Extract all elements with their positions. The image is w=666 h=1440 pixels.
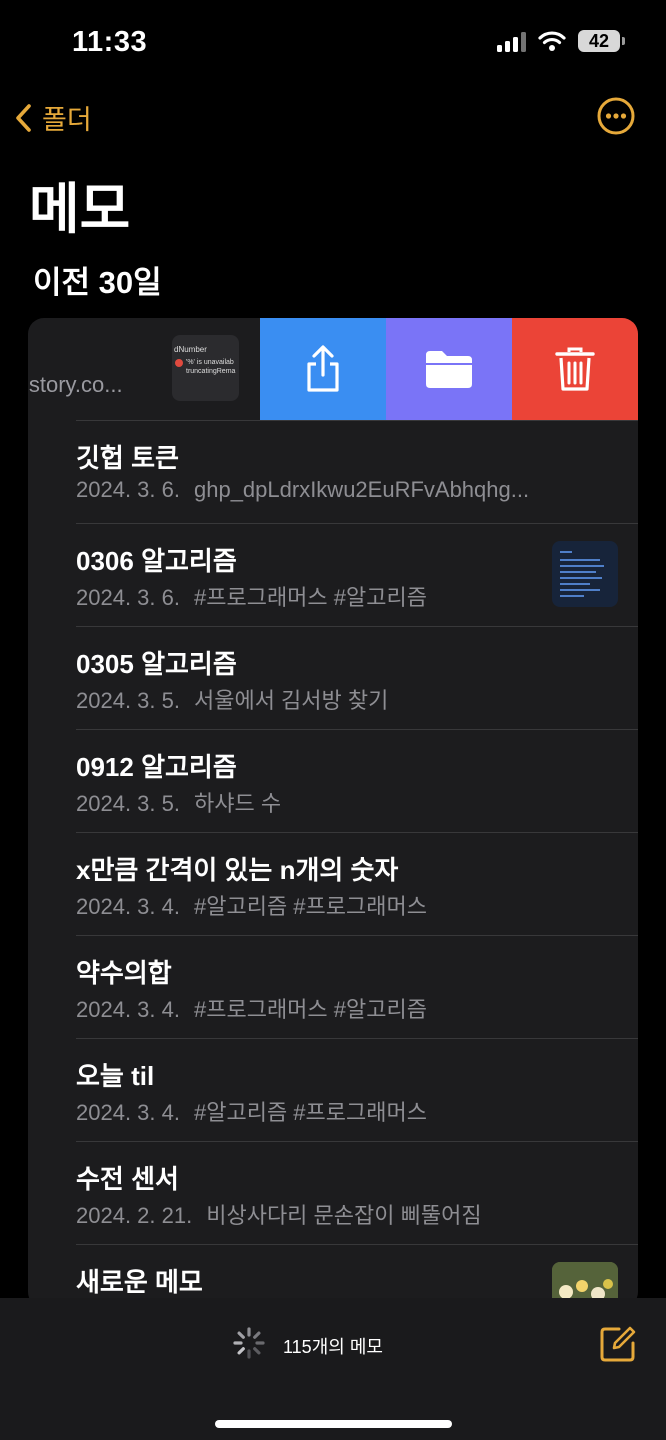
note-row[interactable]: 0305 알고리즘 2024. 3. 5. 서울에서 김서방 찾기 [28, 626, 638, 729]
status-bar: 11:33 42 [0, 0, 666, 90]
note-meta: 2024. 3. 4. #알고리즘 #프로그래머스 [76, 894, 427, 919]
home-indicator[interactable] [215, 1420, 452, 1428]
note-title: 약수의합 [76, 958, 172, 988]
loading-spinner-icon [233, 1327, 265, 1359]
compose-icon[interactable] [599, 1325, 637, 1363]
cellular-signal-icon [497, 30, 526, 52]
battery-icon: 42 [578, 30, 625, 52]
note-title: 수전 센서 [76, 1164, 179, 1194]
thumb-text-line1: dNumber [174, 345, 207, 354]
note-title: 오늘 til [76, 1061, 155, 1091]
note-row[interactable]: 0912 알고리즘 2024. 3. 5. 하샤드 수 [28, 729, 638, 832]
back-label: 폴더 [42, 105, 92, 135]
swiped-note-row[interactable]: istory.co... dNumber '%' is unavailab tru… [28, 318, 638, 420]
status-time: 11:33 [72, 26, 148, 58]
note-row[interactable]: x만큼 간격이 있는 n개의 숫자 2024. 3. 4. #알고리즘 #프로그래… [28, 832, 638, 935]
divider [76, 935, 638, 936]
delete-button[interactable] [512, 318, 638, 420]
note-row[interactable]: 깃헙 토큰 2024. 3. 6. ghp_dpLdrxIkwu2EuRFvAbh… [28, 420, 638, 523]
divider [76, 729, 638, 730]
share-button[interactable] [260, 318, 386, 420]
more-options-icon[interactable] [596, 96, 636, 136]
divider [76, 626, 638, 627]
status-icons: 42 [497, 30, 625, 52]
navigation-bar: 폴더 [0, 92, 666, 146]
note-row[interactable]: 오늘 til 2024. 3. 4. #알고리즘 #프로그래머스 [28, 1038, 638, 1141]
note-meta: 2024. 2. 21. 비상사다리 문손잡이 삐뚤어짐 [76, 1203, 482, 1228]
note-title: 깃헙 토큰 [76, 443, 179, 473]
divider [76, 523, 638, 524]
divider [76, 1244, 638, 1245]
note-title: x만큼 간격이 있는 n개의 숫자 [76, 855, 399, 885]
note-thumbnail [552, 541, 618, 607]
note-title: 0305 알고리즘 [76, 649, 237, 679]
divider [76, 1038, 638, 1039]
swiped-note-preview: istory.co... [28, 372, 123, 397]
note-meta: 2024. 3. 6. #프로그래머스 #알고리즘 [76, 585, 427, 610]
note-title: 0306 알고리즘 [76, 546, 237, 576]
note-row[interactable]: 약수의합 2024. 3. 4. #프로그래머스 #알고리즘 [28, 935, 638, 1038]
divider [76, 832, 638, 833]
note-meta: 2024. 3. 4. #알고리즘 #프로그래머스 [76, 1100, 427, 1125]
note-meta: 2024. 3. 5. 하샤드 수 [76, 791, 282, 816]
back-button[interactable]: 폴더 [14, 98, 92, 137]
notes-list: istory.co... dNumber '%' is unavailab tru… [28, 318, 638, 1308]
note-meta: 2024. 3. 6. ghp_dpLdrxIkwu2EuRFvAbhqhg... [76, 477, 530, 502]
note-meta: 2024. 3. 4. #프로그래머스 #알고리즘 [76, 997, 427, 1022]
swiped-note-thumbnail: dNumber '%' is unavailab truncatingRema [172, 335, 239, 401]
divider [76, 420, 638, 421]
notes-count: 115개의 메모 [283, 1337, 383, 1357]
page-title: 메모 [29, 178, 131, 240]
share-icon [307, 345, 339, 392]
note-row[interactable]: 0306 알고리즘 2024. 3. 6. #프로그래머스 #알고리즘 [28, 523, 638, 626]
note-title: 0912 알고리즘 [76, 752, 237, 782]
section-header: 이전 30일 [33, 265, 162, 300]
note-title: 새로운 메모 [76, 1267, 203, 1297]
thumb-text-line2-3: '%' is unavailab truncatingRema [186, 359, 236, 375]
divider [76, 1141, 638, 1142]
chevron-left-icon [16, 103, 31, 132]
bottom-toolbar: 115개의 메모 [0, 1298, 666, 1440]
note-row[interactable]: 수전 센서 2024. 2. 21. 비상사다리 문손잡이 삐뚤어짐 [28, 1141, 638, 1244]
note-meta: 2024. 3. 5. 서울에서 김서방 찾기 [76, 688, 389, 713]
wifi-icon [538, 31, 566, 51]
move-to-folder-button[interactable] [386, 318, 512, 420]
folder-icon [426, 351, 472, 388]
trash-icon [555, 347, 595, 391]
error-dot-icon [175, 359, 183, 367]
